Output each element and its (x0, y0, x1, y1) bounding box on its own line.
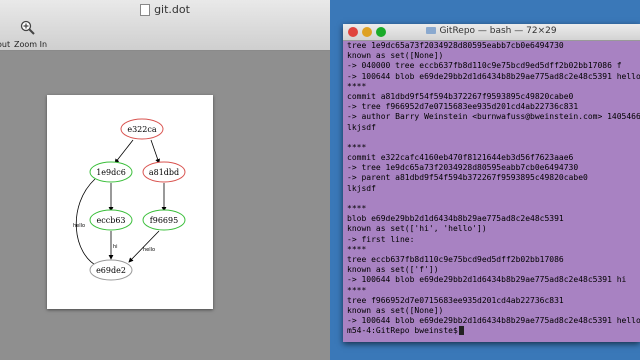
preview-window: git.dot out Zoom In (0, 0, 330, 360)
graph-node-eccb63: eccb63 (89, 209, 133, 231)
graph-node-a81dbd: a81dbd (142, 161, 186, 183)
graph-node-1e9dc6: 1e9dc6 (89, 161, 133, 183)
terminal-lines: tree 1e9dc65a73f2034928d80595eabb7cb0e64… (343, 41, 640, 326)
folder-icon (426, 27, 437, 34)
terminal-window: GitRepo — bash — 72×29 tree 1e9dc65a73f2… (343, 24, 640, 342)
terminal-title: GitRepo — bash — 72×29 (343, 26, 640, 36)
graph-node-label: 1e9dc6 (96, 168, 126, 177)
terminal-line: **** (347, 244, 367, 254)
document-icon (140, 4, 151, 16)
terminal-line: tree f966952d7e0715683ee935d201cd4ab2273… (347, 295, 564, 305)
terminal-line: known as set(['hi', 'hello']) (347, 224, 487, 234)
graph-node-label: f96695 (150, 216, 178, 225)
zoom-out-button[interactable]: out (0, 40, 10, 49)
terminal-line: commit e322cafc4160eb470f8121644eb3d56f7… (347, 153, 574, 163)
edge-label-hi: hi (113, 244, 118, 250)
document-title: git.dot (0, 3, 330, 16)
terminal-titlebar: GitRepo — bash — 72×29 (343, 24, 640, 41)
terminal-line: commit a81dbd9f54f594b372267f9593895c498… (347, 91, 574, 101)
terminal-line: known as set([None]) (347, 51, 444, 61)
document-page: e322ca 1e9dc6 a81dbd eccb63 f96695 e69de2 hel… (47, 95, 213, 309)
terminal-line: -> 040000 tree eccb637fb8d110c9e75bcd9ed… (347, 61, 622, 71)
terminal-output[interactable]: tree 1e9dc65a73f2034928d80595eabb7cb0e64… (343, 41, 640, 342)
prompt-line[interactable]: m54-4:GitRepo bweinste$ (343, 326, 640, 336)
edge-e322ca-1e9dc6 (114, 139, 134, 164)
zoom-in-icon[interactable] (20, 20, 36, 36)
terminal-line: **** (347, 285, 367, 295)
terminal-line: known as set(['f']) (347, 265, 439, 275)
graph-node-e322ca: e322ca (120, 118, 164, 140)
terminal-line: -> 100644 blob e69de29bb2d1d6434b8b29ae7… (347, 316, 640, 326)
terminal-line: lkjsdf (347, 122, 376, 132)
graph-node-label: e322ca (127, 125, 156, 134)
terminal-line: -> 100644 blob e69de29bb2d1d6434b8b29ae7… (347, 71, 640, 81)
edge-e322ca-a81dbd (150, 139, 160, 164)
graph-node-f96695: f96695 (142, 209, 186, 231)
terminal-title-text: GitRepo — bash — 72×29 (439, 26, 557, 36)
graph-node-label: e69de2 (96, 266, 126, 275)
graph-nodes: e322ca 1e9dc6 a81dbd eccb63 f96695 e69de2 (89, 118, 186, 281)
terminal-line: -> tree 1e9dc65a73f2034928d80595eabb7cb0… (347, 163, 579, 173)
terminal-line: tree 1e9dc65a73f2034928d80595eabb7cb0e64… (347, 41, 564, 50)
terminal-line: **** (347, 81, 367, 91)
terminal-line: blob e69de29bb2d1d6434b8b29ae775ad8c2e48… (347, 214, 564, 224)
text-cursor (458, 326, 464, 336)
graph-node-e69de2: e69de2 (89, 259, 133, 281)
preview-toolbar: git.dot out Zoom In (0, 0, 330, 51)
edge-label-hello-left: hello (73, 223, 85, 229)
zoom-in-button[interactable]: Zoom In (14, 40, 47, 49)
terminal-line: **** (347, 204, 367, 213)
edge-label-hello-right: hello (143, 247, 155, 253)
terminal-line: -> author Barry Weinstein <burnwafuss@bw… (347, 112, 640, 122)
git-object-graph: e322ca 1e9dc6 a81dbd eccb63 f96695 e69de2 hel… (73, 118, 186, 281)
terminal-line: lkjsdf (347, 183, 376, 193)
terminal-line: known as set([None]) (347, 305, 444, 315)
shell-prompt: m54-4:GitRepo bweinste$ (347, 326, 458, 336)
graph-node-label: a81dbd (149, 168, 179, 177)
terminal-line: -> 100644 blob e69de29bb2d1d6434b8b29ae7… (347, 275, 627, 285)
terminal-line: -> tree f966952d7e0715683ee935d201cd4ab2… (347, 102, 579, 112)
terminal-line: tree eccb637fb8d110c9e75bcd9ed5dff2b02bb… (347, 254, 564, 264)
terminal-line: -> parent a81dbd9f54f594b372267f9593895c… (347, 173, 588, 183)
document-title-text: git.dot (154, 3, 190, 16)
terminal-line: -> first line: (347, 234, 415, 244)
terminal-line: **** (347, 142, 367, 152)
graph-node-label: eccb63 (97, 216, 126, 225)
